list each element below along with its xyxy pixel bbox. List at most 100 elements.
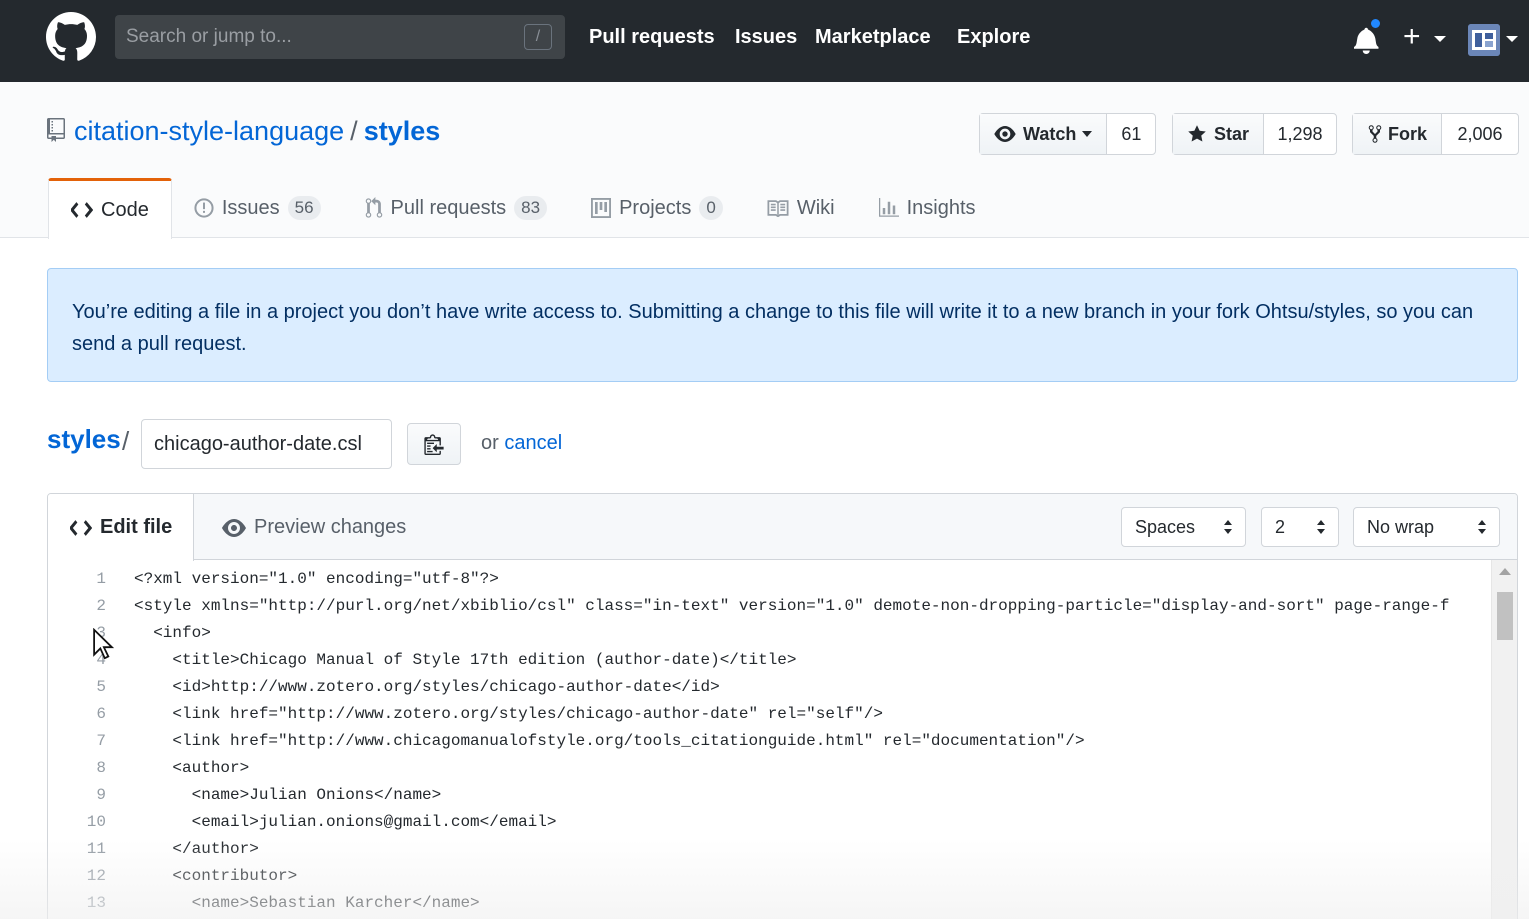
or-text: or [481, 432, 499, 454]
projects-counter: 0 [699, 196, 723, 220]
code-line[interactable]: <name>Julian Onions</name> [134, 786, 442, 804]
code-line[interactable]: <link href="http://www.chicagomanualofst… [134, 732, 1084, 750]
nav-pull-requests[interactable]: Pull requests [589, 26, 715, 49]
star-button[interactable]: Star [1173, 114, 1265, 154]
star-count[interactable]: 1,298 [1264, 114, 1336, 154]
star-icon [1188, 125, 1206, 142]
tab-projects[interactable]: Projects 0 [569, 178, 745, 238]
repo-name-link[interactable]: styles [364, 116, 441, 146]
code-line[interactable]: <link href="http://www.zotero.org/styles… [134, 705, 883, 723]
user-avatar[interactable] [1468, 24, 1500, 56]
preview-changes-label: Preview changes [254, 516, 407, 538]
tab-projects-label: Projects [619, 196, 692, 219]
tab-wiki[interactable]: Wiki [745, 178, 857, 238]
repo-icon [47, 118, 65, 142]
issues-counter: 56 [287, 196, 321, 220]
tab-pull-requests-label: Pull requests [390, 196, 507, 219]
wrap-mode-select[interactable]: No wrap [1353, 507, 1500, 547]
repo-tabs: Code Issues 56 Pull requests 83 Projects… [48, 178, 998, 239]
line-number: 9 [96, 786, 106, 804]
tab-insights[interactable]: Insights [857, 178, 998, 238]
graph-icon [878, 198, 899, 217]
line-number: 5 [96, 678, 106, 696]
eye-icon [222, 518, 246, 537]
nav-marketplace[interactable]: Marketplace [815, 26, 931, 49]
code-line[interactable]: <?xml version="1.0" encoding="utf-8"?> [134, 570, 499, 588]
line-number: 12 [86, 867, 106, 885]
select-arrows-icon [1478, 520, 1486, 534]
repo-header: citation-style-language / styles Watch 61 … [0, 82, 1529, 239]
edit-file-tab[interactable]: Edit file [48, 494, 194, 561]
fork-button-group: Fork 2,006 [1352, 113, 1520, 155]
indent-size-value: 2 [1275, 516, 1286, 537]
scroll-up-arrow-icon[interactable] [1499, 568, 1511, 575]
code-area[interactable]: 1 <?xml version="1.0" encoding="utf-8"?>… [48, 560, 1488, 919]
star-label: Star [1214, 123, 1250, 144]
breadcrumb-root-link[interactable]: styles [47, 424, 121, 455]
github-logo-icon[interactable] [46, 12, 96, 62]
avatar-image-icon [1468, 24, 1500, 56]
fork-icon [1368, 125, 1382, 143]
filename-input[interactable] [141, 419, 392, 469]
code-line[interactable]: <author> [134, 759, 249, 777]
code-icon [71, 202, 93, 218]
code-line[interactable]: <email>julian.onions@gmail.com</email> [134, 813, 557, 831]
repo-title: citation-style-language / styles [74, 116, 440, 147]
create-menu-caret-icon[interactable] [1434, 36, 1446, 42]
watch-button[interactable]: Watch [980, 114, 1108, 154]
file-editor: Edit file Preview changes Spaces 2 No wr… [47, 493, 1518, 919]
watch-caret-icon [1082, 131, 1093, 137]
star-button-group: Star 1,298 [1172, 113, 1338, 155]
repo-owner-link[interactable]: citation-style-language [74, 116, 344, 146]
indent-mode-select[interactable]: Spaces [1121, 507, 1246, 547]
create-new-plus-icon[interactable]: + [1403, 22, 1421, 52]
tab-insights-label: Insights [906, 196, 976, 219]
nav-issues[interactable]: Issues [735, 26, 797, 49]
search-input[interactable]: Search or jump to... / [115, 15, 565, 59]
indent-size-select[interactable]: 2 [1261, 507, 1339, 547]
nav-explore[interactable]: Explore [957, 26, 1030, 49]
project-icon [591, 198, 612, 218]
fork-notice-flash: You’re editing a file in a project you d… [47, 268, 1518, 382]
copy-path-button[interactable] [407, 423, 461, 465]
code-line[interactable]: <name>Sebastian Karcher</name> [134, 894, 480, 912]
indent-mode-value: Spaces [1135, 516, 1196, 537]
line-number: 10 [86, 813, 106, 831]
fork-button[interactable]: Fork [1353, 114, 1443, 154]
watch-count[interactable]: 61 [1107, 114, 1155, 154]
notifications-bell-icon[interactable] [1354, 26, 1382, 54]
clippy-icon [424, 434, 444, 455]
code-line[interactable]: <style xmlns="http://purl.org/net/xbibli… [134, 597, 1449, 615]
code-icon [70, 519, 92, 536]
pull-requests-counter: 83 [514, 196, 548, 220]
eye-icon [994, 126, 1016, 142]
tab-pull-requests[interactable]: Pull requests 83 [343, 178, 570, 238]
mouse-pointer-icon [93, 628, 114, 660]
breadcrumb-separator: / [122, 426, 130, 456]
tab-code[interactable]: Code [48, 178, 172, 239]
select-arrows-icon [1224, 520, 1232, 534]
repo-title-separator: / [350, 116, 358, 146]
code-line[interactable]: <title>Chicago Manual of Style 17th edit… [134, 651, 796, 669]
editor-scrollbar[interactable] [1491, 560, 1517, 919]
cancel-link[interactable]: cancel [504, 432, 562, 454]
tab-issues-label: Issues [221, 196, 280, 219]
fork-count[interactable]: 2,006 [1442, 114, 1518, 154]
select-arrows-icon [1317, 520, 1325, 534]
code-line[interactable]: <contributor> [134, 867, 297, 885]
search-placeholder: Search or jump to... [126, 26, 292, 47]
preview-changes-tab[interactable]: Preview changes [222, 494, 406, 561]
tab-issues[interactable]: Issues 56 [172, 178, 343, 238]
watch-label: Watch [1023, 123, 1077, 144]
book-icon [767, 200, 789, 217]
code-line[interactable]: <info> [134, 624, 211, 642]
code-line[interactable]: </author> [134, 840, 258, 858]
code-line[interactable]: <id>http://www.zotero.org/styles/chicago… [134, 678, 719, 696]
line-number: 13 [86, 894, 106, 912]
watch-button-group: Watch 61 [979, 113, 1157, 155]
line-number: 2 [96, 597, 106, 615]
user-menu-caret-icon[interactable] [1506, 36, 1518, 42]
unread-notification-dot [1369, 17, 1382, 30]
line-number: 8 [96, 759, 106, 777]
scrollbar-thumb[interactable] [1497, 592, 1513, 640]
